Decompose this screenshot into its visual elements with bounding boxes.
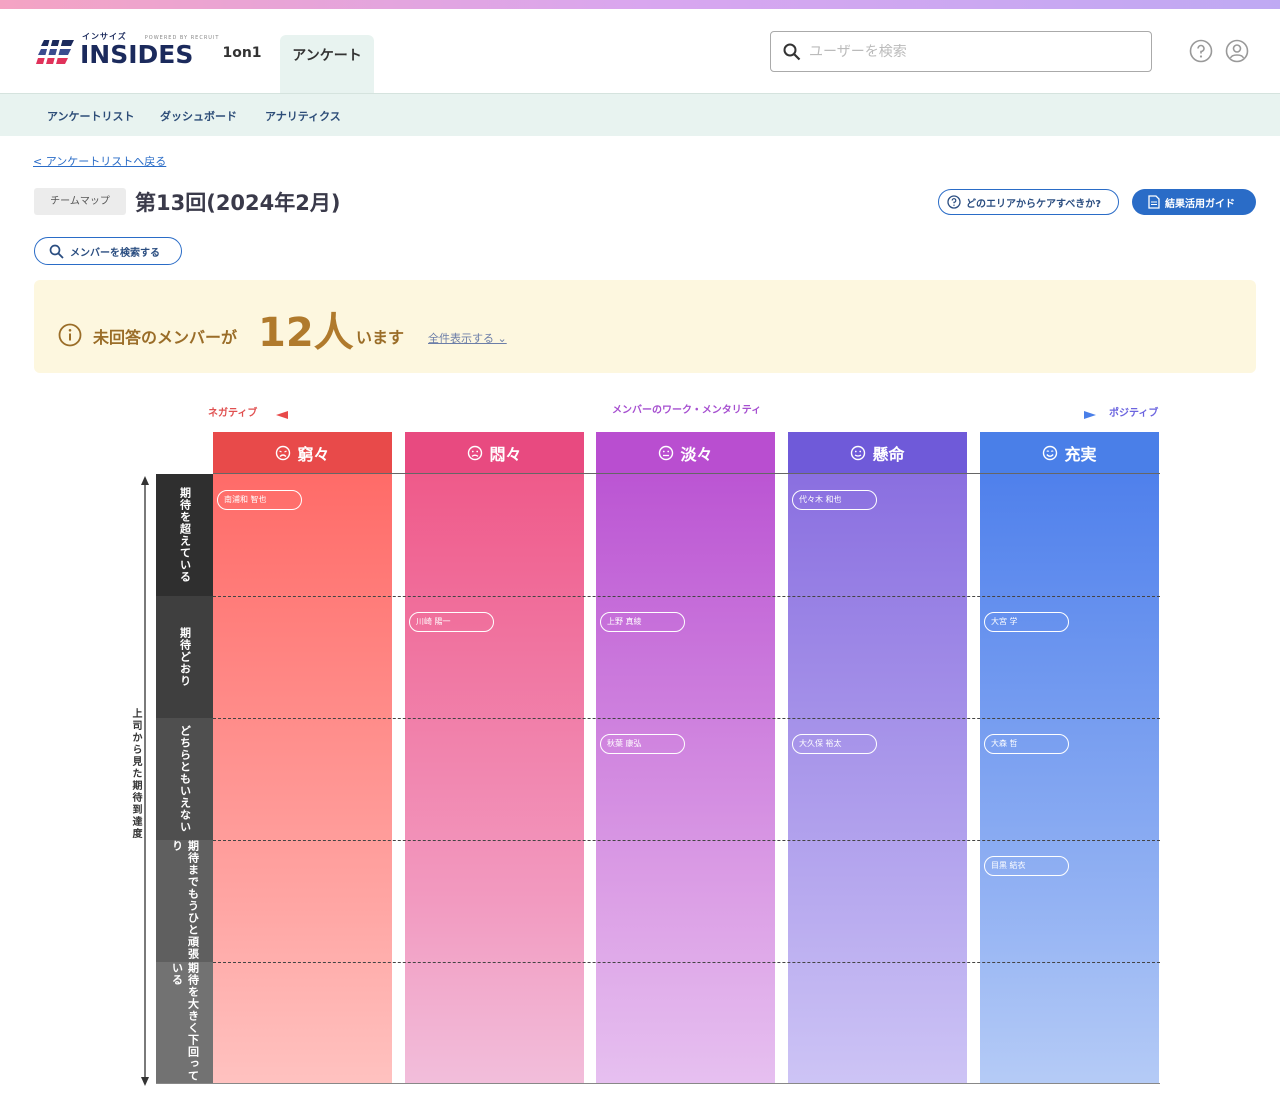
unanswered-notice: 未回答のメンバーが 12人 います 全件表示する ⌄ bbox=[34, 280, 1256, 373]
row-header-neither: どちらともいえない bbox=[156, 718, 213, 840]
column-header: 窮々 bbox=[213, 432, 392, 473]
neutral-face-icon bbox=[659, 445, 674, 460]
subnav-survey-list[interactable]: アンケートリスト bbox=[47, 108, 135, 124]
care-area-button-label: どのエリアからケアすべきか? bbox=[966, 198, 1102, 210]
tab-survey[interactable]: アンケート bbox=[280, 35, 374, 93]
notice-prefix: 未回答のメンバーが bbox=[93, 328, 238, 347]
back-to-survey-list-link[interactable]: < アンケートリストへ戻る bbox=[33, 153, 166, 169]
row-header-as-expected: 期待どおり bbox=[156, 596, 213, 718]
column-label: 懸命 bbox=[872, 444, 905, 464]
help-icon[interactable] bbox=[1189, 39, 1213, 63]
user-account-icon[interactable] bbox=[1225, 39, 1249, 63]
mentality-axis-arrow bbox=[276, 411, 1096, 419]
team-map-chip: チームマップ bbox=[34, 188, 126, 215]
row-divider bbox=[213, 962, 1160, 963]
column-label: 窮々 bbox=[297, 444, 330, 464]
y-axis-title: 上司から見た期待到達度 bbox=[130, 708, 141, 840]
column-jujitsu: 充実 bbox=[980, 432, 1159, 1084]
row-divider bbox=[213, 596, 1160, 597]
column-body bbox=[788, 473, 967, 1084]
member-pill[interactable]: 代々木 和也 bbox=[792, 490, 877, 510]
map-bottom-line bbox=[156, 1083, 1160, 1084]
member-pill[interactable]: 南浦和 智也 bbox=[217, 490, 302, 510]
column-label: 充実 bbox=[1064, 444, 1097, 464]
row-divider bbox=[213, 840, 1160, 841]
page-title: 第13回(2024年2月) bbox=[135, 191, 341, 215]
member-pill[interactable]: 上野 真綾 bbox=[600, 612, 685, 632]
member-pill[interactable]: 目黒 結衣 bbox=[984, 856, 1069, 876]
column-label: 悶々 bbox=[489, 444, 522, 464]
column-body bbox=[596, 473, 775, 1084]
member-search-button-label: メンバーを検索する bbox=[70, 247, 160, 259]
column-kyukyu: 窮々 bbox=[213, 432, 392, 1084]
column-label: 淡々 bbox=[680, 444, 713, 464]
row-header-almost: 期待までもうひと頑張り bbox=[156, 840, 213, 962]
tab-1on1[interactable]: 1on1 bbox=[216, 35, 268, 93]
column-body bbox=[213, 473, 392, 1084]
axis-negative-label: ネガティブ bbox=[208, 408, 258, 419]
smiling-face-icon bbox=[1043, 445, 1058, 460]
column-header: 充実 bbox=[980, 432, 1159, 473]
info-icon bbox=[58, 323, 82, 347]
help-circle-icon bbox=[947, 195, 961, 209]
logo[interactable]: インサイズ POWERED BY RECRUIT INSIDES bbox=[36, 31, 219, 68]
app-header: インサイズ POWERED BY RECRUIT INSIDES 1on1 アンケ… bbox=[0, 9, 1280, 93]
show-all-link[interactable]: 全件表示する ⌄ bbox=[428, 330, 507, 346]
distressed-face-icon bbox=[276, 445, 291, 460]
user-search-input[interactable] bbox=[809, 43, 1129, 60]
notice-suffix: います bbox=[356, 328, 405, 347]
search-icon bbox=[783, 43, 801, 60]
column-kenmei: 懸命 bbox=[788, 432, 967, 1084]
unanswered-count: 12人 bbox=[258, 310, 354, 356]
header-separator bbox=[213, 473, 1160, 474]
care-area-button[interactable]: どのエリアからケアすべきか? bbox=[938, 189, 1119, 215]
column-tantan: 淡々 bbox=[596, 432, 775, 1084]
axis-positive-label: ポジティブ bbox=[1109, 408, 1159, 419]
member-pill[interactable]: 大森 哲 bbox=[984, 734, 1069, 754]
subnav-analytics[interactable]: アナリティクス bbox=[265, 108, 341, 124]
slight-smile-face-icon bbox=[851, 445, 866, 460]
top-gradient-strip bbox=[0, 0, 1280, 9]
sub-navigation: アンケートリスト ダッシュボード アナリティクス bbox=[0, 93, 1280, 136]
column-body bbox=[980, 473, 1159, 1084]
member-pill[interactable]: 秋葉 康弘 bbox=[600, 734, 685, 754]
frowning-face-icon bbox=[468, 445, 483, 460]
member-pill[interactable]: 川崎 陽一 bbox=[409, 612, 494, 632]
column-monmon: 悶々 bbox=[405, 432, 584, 1084]
member-search-button[interactable]: メンバーを検索する bbox=[34, 237, 182, 265]
logo-stripes-icon bbox=[36, 38, 74, 68]
chevron-down-icon: ⌄ bbox=[497, 332, 507, 345]
logo-text: INSIDES bbox=[80, 40, 194, 69]
result-guide-button-label: 結果活用ガイド bbox=[1165, 198, 1235, 210]
column-body bbox=[405, 473, 584, 1084]
search-icon bbox=[49, 244, 64, 259]
member-pill[interactable]: 大宮 学 bbox=[984, 612, 1069, 632]
document-icon bbox=[1148, 195, 1160, 209]
row-divider bbox=[213, 718, 1160, 719]
result-guide-button[interactable]: 結果活用ガイド bbox=[1132, 189, 1256, 215]
row-header-far-below: 期待を大きく下回っている bbox=[156, 962, 213, 1084]
subnav-dashboard[interactable]: ダッシュボード bbox=[160, 108, 237, 124]
column-header: 懸命 bbox=[788, 432, 967, 473]
user-search-box[interactable] bbox=[770, 31, 1152, 72]
column-header: 淡々 bbox=[596, 432, 775, 473]
row-header-exceeds: 期待を超えている bbox=[156, 474, 213, 596]
column-header: 悶々 bbox=[405, 432, 584, 473]
member-pill[interactable]: 大久保 裕太 bbox=[792, 734, 877, 754]
